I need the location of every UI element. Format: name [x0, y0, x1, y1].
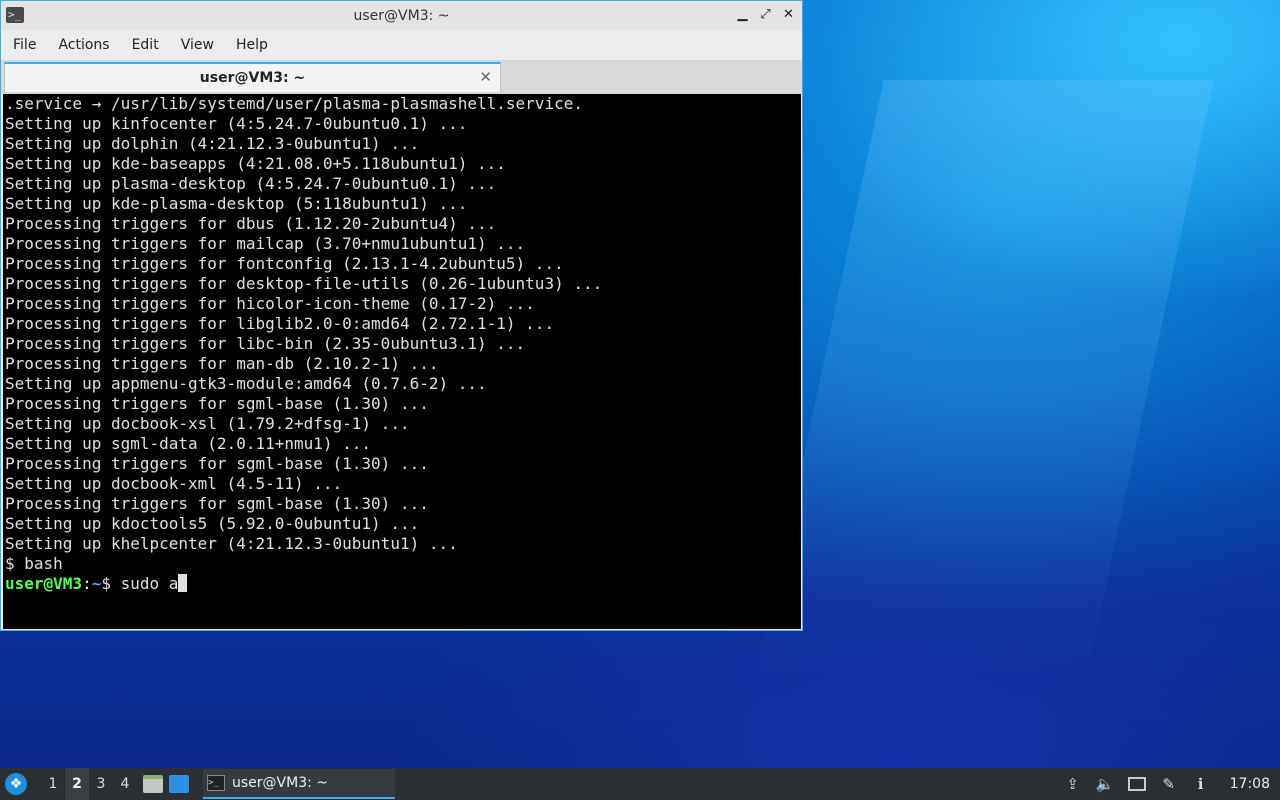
- terminal-icon[interactable]: >_: [6, 7, 24, 23]
- terminal-line: Setting up kde-plasma-desktop (5:118ubun…: [5, 194, 468, 213]
- terminal-line: Processing triggers for libglib2.0-0:amd…: [5, 314, 555, 333]
- workspace-2[interactable]: 2: [65, 768, 89, 800]
- terminal-line: Setting up kde-baseapps (4:21.08.0+5.118…: [5, 154, 506, 173]
- workspace-1[interactable]: 1: [41, 768, 65, 800]
- show-desktop-icon[interactable]: [169, 775, 189, 793]
- terminal-line: Setting up kdoctools5 (5.92.0-0ubuntu1) …: [5, 514, 420, 533]
- window-controls: ▁ ⤢ ✕: [735, 6, 796, 23]
- taskbar: ❖ 1 2 3 4 >_ user@VM3: ~ ⇪ 🔈 ✎ ℹ 17:08: [0, 768, 1280, 800]
- minimize-button[interactable]: ▁: [735, 6, 750, 23]
- menu-view[interactable]: View: [173, 37, 222, 53]
- terminal-line: Processing triggers for sgml-base (1.30)…: [5, 394, 429, 413]
- text-cursor: [178, 574, 188, 592]
- terminal-line: Processing triggers for mailcap (3.70+nm…: [5, 234, 526, 253]
- workspace-4[interactable]: 4: [113, 768, 137, 800]
- terminal-line: Setting up khelpcenter (4:21.12.3-0ubunt…: [5, 534, 458, 553]
- terminal-output[interactable]: .service → /usr/lib/systemd/user/plasma-…: [3, 94, 801, 629]
- prompt-user: user@VM3: [5, 574, 83, 593]
- terminal-line: Processing triggers for sgml-base (1.30)…: [5, 454, 429, 473]
- menu-edit[interactable]: Edit: [124, 37, 167, 53]
- terminal-line: Processing triggers for sgml-base (1.30)…: [5, 494, 429, 513]
- prompt-path: ~: [91, 574, 102, 593]
- close-button[interactable]: ✕: [781, 6, 796, 23]
- menu-actions[interactable]: Actions: [50, 37, 117, 53]
- terminal-lines: .service → /usr/lib/systemd/user/plasma-…: [3, 94, 801, 594]
- taskbar-task-terminal[interactable]: >_ user@VM3: ~: [203, 769, 395, 799]
- start-menu-icon[interactable]: ❖: [5, 773, 27, 795]
- terminal-line: Setting up sgml-data (2.0.11+nmu1) ...: [5, 434, 372, 453]
- terminal-line: $ bash: [5, 554, 63, 573]
- command-input[interactable]: sudo a: [121, 574, 179, 593]
- terminal-line: Setting up kinfocenter (4:5.24.7-0ubuntu…: [5, 114, 468, 133]
- system-tray: ⇪ 🔈 ✎ ℹ 17:08: [1064, 775, 1280, 793]
- terminal-line: Setting up plasma-desktop (4:5.24.7-0ubu…: [5, 174, 497, 193]
- window-titlebar[interactable]: >_ user@VM3: ~ ▁ ⤢ ✕: [1, 1, 802, 30]
- tab-bar: user@VM3: ~ ✕: [1, 61, 802, 94]
- maximize-button[interactable]: ⤢: [758, 6, 773, 23]
- terminal-line: Setting up docbook-xsl (1.79.2+dfsg-1) .…: [5, 414, 410, 433]
- terminal-line: Processing triggers for hicolor-icon-the…: [5, 294, 535, 313]
- window-title: user@VM3: ~: [353, 7, 450, 24]
- network-icon[interactable]: [1127, 777, 1146, 791]
- prompt-separator: :: [82, 574, 92, 593]
- tab-label: user@VM3: ~: [199, 70, 306, 86]
- prompt-symbol: $: [101, 574, 121, 593]
- menubar: File Actions Edit View Help: [1, 30, 802, 61]
- terminal-task-icon: >_: [207, 775, 225, 791]
- terminal-line: .service → /usr/lib/systemd/user/plasma-…: [5, 94, 583, 113]
- task-label: user@VM3: ~: [232, 775, 328, 791]
- workspace-3[interactable]: 3: [89, 768, 113, 800]
- terminal-line: Setting up docbook-xml (4.5-11) ...: [5, 474, 343, 493]
- menu-file[interactable]: File: [5, 37, 44, 53]
- terminal-window[interactable]: >_ user@VM3: ~ ▁ ⤢ ✕ File Actions Edit V…: [0, 0, 803, 631]
- clock[interactable]: 17:08: [1230, 776, 1270, 792]
- file-manager-icon[interactable]: [143, 775, 163, 793]
- notes-icon[interactable]: ✎: [1160, 775, 1178, 793]
- tab-terminal[interactable]: user@VM3: ~ ✕: [4, 62, 501, 92]
- terminal-line: Setting up appmenu-gtk3-module:amd64 (0.…: [5, 374, 487, 393]
- terminal-line: Processing triggers for desktop-file-uti…: [5, 274, 603, 293]
- terminal-prompt-line[interactable]: user@VM3:~$ sudo a: [5, 574, 801, 594]
- tab-close-icon[interactable]: ✕: [479, 68, 492, 86]
- terminal-line: Setting up dolphin (4:21.12.3-0ubuntu1) …: [5, 134, 420, 153]
- terminal-line: Processing triggers for dbus (1.12.20-2u…: [5, 214, 497, 233]
- terminal-line: Processing triggers for man-db (2.10.2-1…: [5, 354, 439, 373]
- upload-icon[interactable]: ⇪: [1064, 775, 1082, 793]
- terminal-line: Processing triggers for libc-bin (2.35-0…: [5, 334, 526, 353]
- info-icon[interactable]: ℹ: [1192, 775, 1210, 793]
- volume-icon[interactable]: 🔈: [1096, 775, 1115, 793]
- terminal-line: Processing triggers for fontconfig (2.13…: [5, 254, 564, 273]
- menu-help[interactable]: Help: [228, 37, 276, 53]
- wallpaper-light-ray: [756, 80, 1214, 680]
